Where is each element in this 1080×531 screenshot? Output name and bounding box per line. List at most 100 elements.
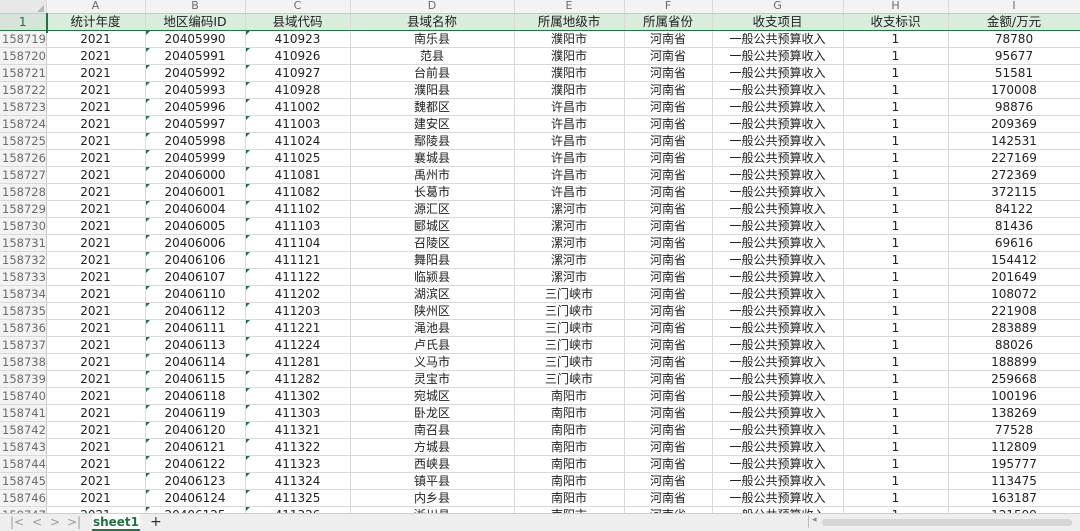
table-cell[interactable]: 20405999 (145, 149, 246, 167)
table-cell[interactable]: 20405992 (145, 64, 246, 82)
table-cell[interactable]: 20406107 (145, 268, 246, 286)
table-cell[interactable]: 20406111 (145, 319, 246, 337)
table-cell[interactable]: 372115 (948, 183, 1080, 201)
table-cell[interactable]: 81436 (948, 217, 1080, 235)
table-cell[interactable]: 20406120 (145, 421, 246, 439)
column-header[interactable]: I (948, 0, 1080, 14)
table-cell[interactable]: 2021 (46, 421, 146, 439)
table-cell[interactable]: 南阳市 (514, 387, 625, 405)
table-cell[interactable]: 195777 (948, 455, 1080, 473)
table-cell[interactable]: 镇平县 (350, 472, 515, 490)
table-cell[interactable]: 河南省 (624, 234, 713, 252)
header-cell[interactable]: 所属地级市 (514, 12, 625, 31)
table-cell[interactable]: 许昌市 (514, 132, 625, 150)
table-cell[interactable]: 一般公共预算收入 (712, 30, 844, 48)
row-number[interactable]: 1 (0, 12, 47, 31)
row-number[interactable]: 158739 (0, 370, 47, 388)
scrollbar-thumb[interactable] (822, 519, 1072, 526)
table-cell[interactable]: 三门峡市 (514, 353, 625, 371)
table-cell[interactable]: 410928 (245, 81, 351, 99)
table-cell[interactable]: 湖滨区 (350, 285, 515, 303)
table-cell[interactable]: 201649 (948, 268, 1080, 286)
table-cell[interactable]: 河南省 (624, 489, 713, 507)
table-cell[interactable]: 20406118 (145, 387, 246, 405)
table-cell[interactable]: 一般公共预算收入 (712, 387, 844, 405)
table-cell[interactable]: 漯河市 (514, 217, 625, 235)
table-cell[interactable]: 1 (843, 302, 949, 320)
table-cell[interactable]: 一般公共预算收入 (712, 132, 844, 150)
table-cell[interactable]: 2021 (46, 302, 146, 320)
plus-icon[interactable]: + (150, 514, 162, 531)
table-cell[interactable]: 2021 (46, 455, 146, 473)
table-cell[interactable]: 1 (843, 98, 949, 116)
table-cell[interactable]: 濮阳市 (514, 47, 625, 65)
table-cell[interactable]: 411203 (245, 302, 351, 320)
table-cell[interactable]: 一般公共预算收入 (712, 404, 844, 422)
table-cell[interactable]: 411321 (245, 421, 351, 439)
table-cell[interactable]: 1 (843, 132, 949, 150)
table-cell[interactable]: 77528 (948, 421, 1080, 439)
table-cell[interactable]: 南阳市 (514, 472, 625, 490)
table-cell[interactable]: 内乡县 (350, 489, 515, 507)
table-cell[interactable]: 20405993 (145, 81, 246, 99)
table-cell[interactable]: 272369 (948, 166, 1080, 184)
table-cell[interactable]: 20406001 (145, 183, 246, 201)
table-cell[interactable]: 411024 (245, 132, 351, 150)
table-cell[interactable]: 三门峡市 (514, 285, 625, 303)
column-header[interactable]: A (46, 0, 146, 14)
table-cell[interactable]: 濮阳市 (514, 30, 625, 48)
table-cell[interactable]: 三门峡市 (514, 336, 625, 354)
table-cell[interactable]: 南阳市 (514, 421, 625, 439)
row-number[interactable]: 158744 (0, 455, 47, 473)
table-cell[interactable]: 2021 (46, 183, 146, 201)
table-cell[interactable]: 411323 (245, 455, 351, 473)
table-cell[interactable]: 河南省 (624, 183, 713, 201)
table-cell[interactable]: 一般公共预算收入 (712, 472, 844, 490)
table-cell[interactable]: 漯河市 (514, 251, 625, 269)
table-cell[interactable]: 河南省 (624, 81, 713, 99)
table-cell[interactable]: 舞阳县 (350, 251, 515, 269)
row-number[interactable]: 158726 (0, 149, 47, 167)
table-cell[interactable]: 2021 (46, 217, 146, 235)
table-cell[interactable]: 卧龙区 (350, 404, 515, 422)
table-cell[interactable]: 1 (843, 506, 949, 513)
table-cell[interactable]: 范县 (350, 47, 515, 65)
table-cell[interactable]: 一般公共预算收入 (712, 285, 844, 303)
row-number[interactable]: 158732 (0, 251, 47, 269)
table-cell[interactable]: 河南省 (624, 285, 713, 303)
table-cell[interactable]: 濮阳市 (514, 81, 625, 99)
table-cell[interactable]: 召陵区 (350, 234, 515, 252)
table-cell[interactable]: 2021 (46, 200, 146, 218)
table-cell[interactable]: 100196 (948, 387, 1080, 405)
table-cell[interactable]: 禹州市 (350, 166, 515, 184)
table-cell[interactable]: 河南省 (624, 421, 713, 439)
row-number[interactable]: 158729 (0, 200, 47, 218)
table-cell[interactable]: 源汇区 (350, 200, 515, 218)
table-cell[interactable]: 河南省 (624, 404, 713, 422)
row-number[interactable]: 158725 (0, 132, 47, 150)
table-cell[interactable]: 2021 (46, 285, 146, 303)
table-cell[interactable]: 2021 (46, 438, 146, 456)
table-cell[interactable]: 陕州区 (350, 302, 515, 320)
table-cell[interactable]: 河南省 (624, 166, 713, 184)
table-cell[interactable]: 1 (843, 115, 949, 133)
table-cell[interactable]: 许昌市 (514, 115, 625, 133)
table-cell[interactable]: 鄢陵县 (350, 132, 515, 150)
table-cell[interactable]: 三门峡市 (514, 319, 625, 337)
table-cell[interactable]: 淅川县 (350, 506, 515, 513)
next-sheet-icon[interactable]: > (50, 515, 60, 530)
table-cell[interactable]: 142531 (948, 132, 1080, 150)
table-cell[interactable]: 1 (843, 183, 949, 201)
table-cell[interactable]: 漯河市 (514, 234, 625, 252)
table-cell[interactable]: 南阳市 (514, 438, 625, 456)
table-cell[interactable]: 义马市 (350, 353, 515, 371)
table-cell[interactable]: 411322 (245, 438, 351, 456)
table-cell[interactable]: 411282 (245, 370, 351, 388)
table-cell[interactable]: 51581 (948, 64, 1080, 82)
table-cell[interactable]: 1 (843, 166, 949, 184)
row-number[interactable]: 158742 (0, 421, 47, 439)
table-cell[interactable]: 163187 (948, 489, 1080, 507)
spreadsheet-grid[interactable]: A B C D E F G H I 1 统计年度 地区编码ID 县域代码 县域名… (0, 0, 1080, 513)
table-cell[interactable]: 1 (843, 319, 949, 337)
table-cell[interactable]: 河南省 (624, 387, 713, 405)
